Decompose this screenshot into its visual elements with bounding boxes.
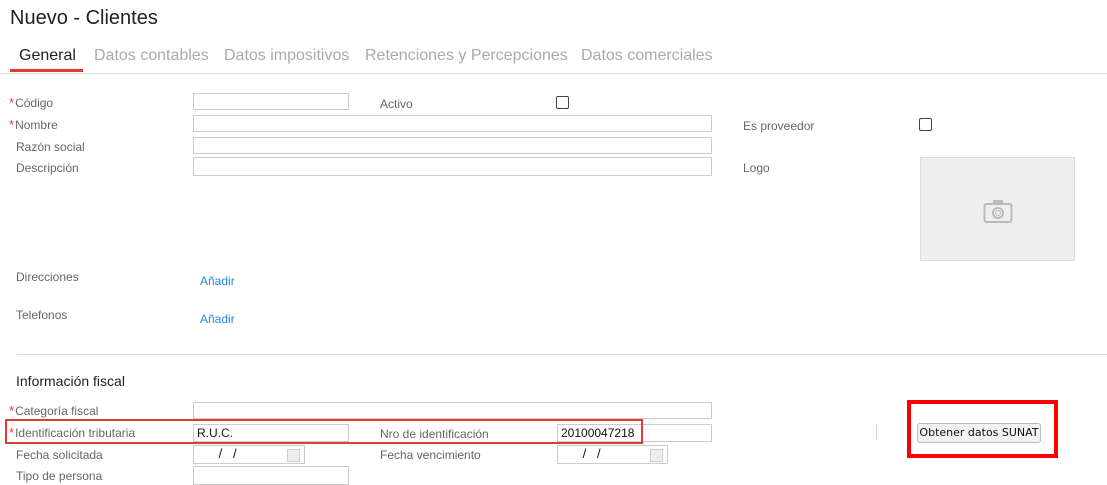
add-direccion-link[interactable]: Añadir [200, 274, 235, 288]
categoria-input[interactable] [193, 402, 712, 419]
fecha-solicitada-label: Fecha solicitada [16, 448, 103, 462]
codigo-label: *Código [9, 95, 54, 111]
date-value: / / [579, 446, 601, 461]
tab-datos-contables[interactable]: Datos contables [94, 47, 209, 65]
separator [876, 425, 877, 439]
tab-general[interactable]: General [19, 47, 76, 65]
codigo-input[interactable] [193, 93, 349, 110]
logo-label: Logo [743, 161, 770, 175]
highlight-box-button [907, 400, 1058, 458]
page-title: Nuevo - Clientes [10, 7, 158, 29]
fecha-vencimiento-label: Fecha vencimiento [380, 448, 481, 462]
logo-upload[interactable] [920, 157, 1075, 261]
activo-label: Activo [380, 97, 413, 111]
razon-social-input[interactable] [193, 137, 712, 154]
camera-icon [983, 200, 1013, 223]
active-tab-indicator [10, 69, 83, 72]
descripcion-input[interactable] [193, 157, 712, 176]
tipo-persona-label: Tipo de persona [16, 469, 103, 483]
date-value: / / [215, 446, 237, 461]
section-divider [17, 354, 1107, 355]
highlight-box [5, 419, 643, 444]
activo-checkbox[interactable] [556, 96, 569, 109]
tipo-persona-input[interactable] [193, 466, 349, 485]
calendar-icon[interactable] [650, 449, 663, 462]
tab-datos-impositivos[interactable]: Datos impositivos [224, 47, 349, 65]
tab-retenciones[interactable]: Retenciones y Percepciones [365, 47, 568, 65]
categoria-label: *Categoría fiscal [9, 403, 99, 419]
fecha-vencimiento-input[interactable]: / / [557, 445, 668, 464]
nombre-label: *Nombre [9, 117, 58, 133]
telefonos-label: Telefonos [16, 308, 68, 322]
direcciones-label: Direcciones [16, 270, 79, 284]
calendar-icon[interactable] [287, 449, 300, 462]
fiscal-heading: Información fiscal [16, 373, 125, 389]
razon-social-label: Razón social [16, 140, 85, 154]
descripcion-label: Descripción [16, 161, 79, 175]
fecha-solicitada-input[interactable]: / / [193, 445, 305, 464]
nombre-input[interactable] [193, 115, 712, 132]
tabs-divider [0, 73, 1107, 74]
es-proveedor-checkbox[interactable] [919, 118, 932, 131]
tab-datos-comerciales[interactable]: Datos comerciales [581, 47, 713, 65]
es-proveedor-label: Es proveedor [743, 119, 815, 133]
add-telefono-link[interactable]: Añadir [200, 312, 235, 326]
